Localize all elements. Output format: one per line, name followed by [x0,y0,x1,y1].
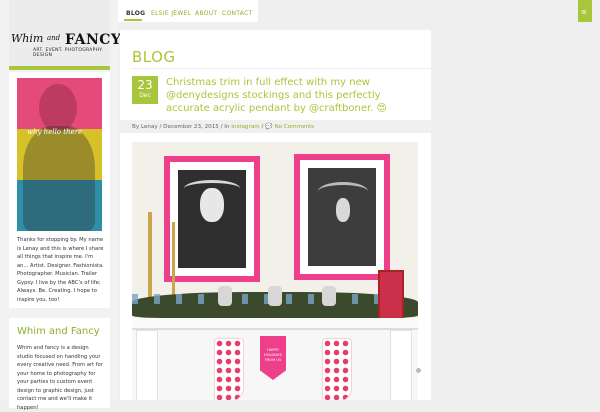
nav-active-indicator [124,19,142,21]
logo-script-word: Whim [11,32,44,45]
mantel [132,318,418,330]
site-logo[interactable]: Whim and FANCY ART. EVENT. PHOTOGRAPHY. … [9,0,121,70]
meta-date: December 23, 2015 [163,124,219,130]
scroll-indicator[interactable] [416,368,421,373]
nav-item-blog[interactable]: BLOG [126,10,145,17]
post-title[interactable]: Christmas trim in full effect with my ne… [166,76,391,115]
divider [132,68,431,69]
meta-comments-link[interactable]: No Comments [274,124,314,130]
about-widget: why hello there Thanks for stopping by. … [9,72,110,308]
left-sidebar: Whim and FANCY ART. EVENT. PHOTOGRAPHY. … [0,0,121,411]
top-nav: BLOG ELSIE JEWEL ABOUT CONTACT [118,0,258,22]
red-lantern [378,270,404,320]
nav-item-elsie-jewel[interactable]: ELSIE JEWEL [151,10,191,17]
meta-by-label: By [132,124,140,130]
nav-item-contact[interactable]: CONTACT [222,10,253,17]
menu-icon: ≡ [581,8,587,16]
post-meta-bar: By Lenay / December 23, 2015 / In Instag… [120,120,431,133]
meta-author[interactable]: Lenay [141,124,158,130]
meta-category-link[interactable]: Instagram [231,124,259,130]
whim-text: Whim and fancy is a design studio focuse… [17,345,103,411]
nav-item-about[interactable]: ABOUT [195,10,217,17]
post-image[interactable]: HAPPY HOLIDAYS FROM US [132,142,418,400]
profile-photo: why hello there [17,78,102,231]
post-meta: By Lenay / December 23, 2015 / In Instag… [132,123,315,130]
section-heading: BLOG [132,48,176,66]
whim-widget: Whim and Fancy Whim and fancy is a desig… [9,318,110,411]
logo-main-word: FANCY [65,32,122,48]
date-day: 23 [137,78,153,92]
pennant-text: HAPPY HOLIDAYS FROM US [264,348,282,362]
corner-menu-tab[interactable]: ≡ [578,0,592,22]
comment-icon: 💬 [265,123,273,130]
stocking-left [214,338,244,400]
whim-title: Whim and Fancy [17,326,100,337]
post-card: BLOG 23 Dec Christmas trim in full effec… [120,30,431,400]
logo-tagline: ART. EVENT. PHOTOGRAPHY. DESIGN [33,48,104,58]
stocking-right [322,338,352,400]
photo-overlay-text: why hello there [27,128,83,136]
logo-amp: and [47,34,61,42]
about-text: Thanks for stopping by. My name is Lenay… [17,237,104,303]
meta-in-label: In [224,124,230,130]
pink-frame-right [294,154,390,280]
date-month: Dec [139,92,151,99]
pink-frame-left [164,156,260,282]
date-badge: 23 Dec [132,76,158,104]
